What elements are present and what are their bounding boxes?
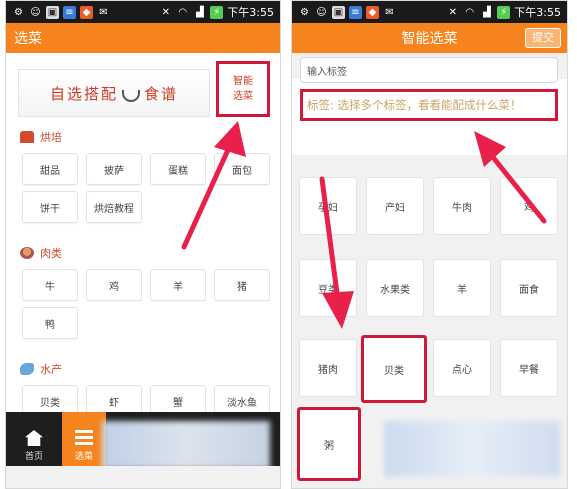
status-bar: ⚙ ☺ ▣ ≡ ◆ ✉ ✕ ◠ ▟ ⚡ 下午3:55 xyxy=(6,1,280,23)
battery-icon: ⚡ xyxy=(210,5,224,19)
battery-icon: ⚡ xyxy=(497,5,511,19)
grid-tag[interactable]: 面食 xyxy=(500,259,558,317)
oven-icon xyxy=(20,131,34,143)
settings-icon: ⚙ xyxy=(300,6,309,18)
wifi-icon: ◠ xyxy=(465,6,475,18)
section-label: 水产 xyxy=(40,363,62,376)
sms-icon: ✉ xyxy=(99,6,108,18)
app-icon-2: ◆ xyxy=(80,5,93,19)
page-title: 智能选菜 xyxy=(401,31,458,47)
image-icon: ▣ xyxy=(46,5,59,19)
grid-tag[interactable]: 孕妇 xyxy=(299,177,357,235)
grid-tag[interactable]: 产妇 xyxy=(366,177,424,235)
tag-item[interactable]: 披萨 xyxy=(86,153,142,185)
tag-item[interactable]: 面包 xyxy=(214,153,270,185)
mute-icon: ✕ xyxy=(448,6,457,18)
list-icon xyxy=(75,430,93,446)
grid-tag[interactable]: 鸡 xyxy=(500,177,558,235)
app-bar: 智能选菜 提交 xyxy=(292,23,567,53)
grid-tag-selected[interactable]: 贝类 xyxy=(361,335,427,403)
grid-tag[interactable]: 猪肉 xyxy=(299,339,357,397)
grid-tag[interactable]: 早餐 xyxy=(500,339,558,397)
chat-icon: ☺ xyxy=(316,6,327,18)
grid-tag[interactable]: 牛肉 xyxy=(433,177,491,235)
nav-label: 首页 xyxy=(24,452,43,462)
search-placeholder: 输入标签 xyxy=(307,66,347,78)
chat-icon: ☺ xyxy=(30,6,41,18)
tag-item[interactable]: 蛋糕 xyxy=(150,153,206,185)
selected-tags-hint: 标签: 选择多个标签，看看能配成什么菜！ xyxy=(300,89,558,121)
blurred-region xyxy=(102,421,270,466)
tag-item[interactable]: 猪 xyxy=(214,269,270,301)
grid-tag[interactable]: 豆类 xyxy=(299,259,357,317)
image-icon: ▣ xyxy=(332,5,345,19)
smart-pick-line2: 选菜 xyxy=(233,91,253,102)
wifi-icon: ◠ xyxy=(178,6,188,18)
tag-item[interactable]: 鸡 xyxy=(86,269,142,301)
meat-icon xyxy=(20,247,34,259)
banner-text-2: 食谱 xyxy=(144,84,179,103)
app-icon: ≡ xyxy=(349,5,362,19)
app-icon-2: ◆ xyxy=(366,5,379,19)
blurred-region xyxy=(384,421,560,477)
tag-item[interactable]: 牛 xyxy=(22,269,78,301)
tag-item[interactable]: 鸭 xyxy=(22,307,78,339)
submit-button[interactable]: 提交 xyxy=(525,28,561,48)
app-icon: ≡ xyxy=(63,5,76,19)
grid-tag[interactable]: 点心 xyxy=(433,339,491,397)
section-baking: 烘培 xyxy=(20,129,62,145)
bowl-icon xyxy=(122,90,140,102)
page-title: 选菜 xyxy=(14,31,42,47)
section-label: 肉类 xyxy=(40,247,62,260)
home-icon xyxy=(25,430,43,446)
hint-text: 标签: 选择多个标签，看看能配成什么菜！ xyxy=(307,98,522,112)
status-bar: ⚙ ☺ ▣ ≡ ◆ ✉ ✕ ◠ ▟ ⚡ 下午3:55 xyxy=(292,1,567,23)
fish-icon xyxy=(20,363,34,375)
signal-icon: ▟ xyxy=(482,6,491,18)
signal-icon: ▟ xyxy=(195,6,204,18)
category-panel: 自选搭配 食谱 智能 选菜 烘培 甜品 披萨 蛋糕 面包 饼干 烘焙教程 肉类 … xyxy=(6,53,280,466)
tag-item[interactable]: 甜品 xyxy=(22,153,78,185)
tag-item[interactable]: 羊 xyxy=(150,269,206,301)
nav-home[interactable]: 首页 xyxy=(6,412,62,466)
banner-text-1: 自选搭配 xyxy=(49,84,118,103)
tag-search-input[interactable]: 输入标签 xyxy=(300,57,558,83)
clock: 下午3:55 xyxy=(227,6,274,19)
app-bar: 选菜 xyxy=(6,23,280,53)
smart-pick-line1: 智能 xyxy=(233,76,253,87)
custom-recipe-banner[interactable]: 自选搭配 食谱 xyxy=(18,69,210,117)
section-seafood: 水产 xyxy=(20,361,62,377)
right-phone-screen: ⚙ ☺ ▣ ≡ ◆ ✉ ✕ ◠ ▟ ⚡ 下午3:55 智能选菜 提交 输入标签 … xyxy=(291,0,568,489)
clock: 下午3:55 xyxy=(514,6,561,19)
tag-item[interactable]: 烘焙教程 xyxy=(86,191,142,223)
grid-tag-selected[interactable]: 粥 xyxy=(297,407,361,481)
left-phone-screen: ⚙ ☺ ▣ ≡ ◆ ✉ ✕ ◠ ▟ ⚡ 下午3:55 选菜 自选搭配 食谱 智能… xyxy=(5,0,281,489)
nav-label: 选菜 xyxy=(74,452,93,462)
grid-tag[interactable]: 水果类 xyxy=(366,259,424,317)
smart-pick-button[interactable]: 智能 选菜 xyxy=(216,61,270,117)
tag-item[interactable]: 饼干 xyxy=(22,191,78,223)
section-label: 烘培 xyxy=(40,131,62,144)
section-meat: 肉类 xyxy=(20,245,62,261)
settings-icon: ⚙ xyxy=(14,6,23,18)
sms-icon: ✉ xyxy=(385,6,394,18)
mute-icon: ✕ xyxy=(161,6,170,18)
grid-tag[interactable]: 羊 xyxy=(433,259,491,317)
nav-pick[interactable]: 选菜 xyxy=(62,412,106,466)
